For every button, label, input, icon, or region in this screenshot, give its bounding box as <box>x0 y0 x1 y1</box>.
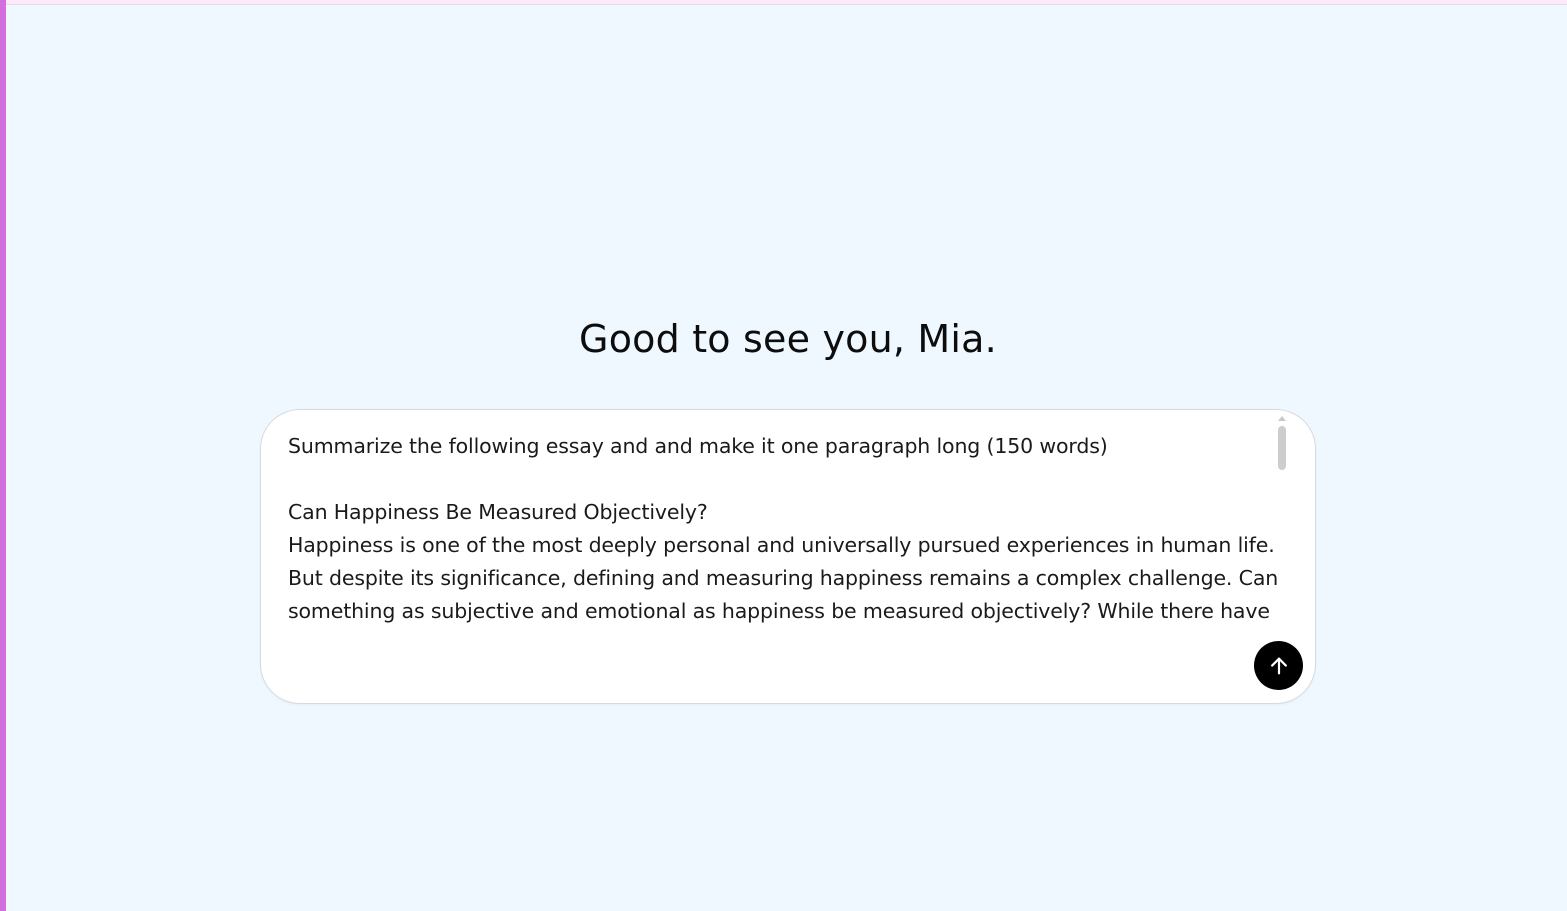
prompt-input[interactable]: Summarize the following essay and and ma… <box>288 430 1282 634</box>
send-button[interactable] <box>1254 641 1303 690</box>
arrow-up-icon <box>1270 657 1287 674</box>
top-border <box>0 0 1567 5</box>
prompt-composer: Summarize the following essay and and ma… <box>260 409 1316 704</box>
prompt-scrollbar[interactable] <box>1277 416 1287 632</box>
greeting-heading: Good to see you, Mia. <box>579 317 997 361</box>
scroll-up-arrow-icon[interactable] <box>1278 416 1286 421</box>
scroll-thumb[interactable] <box>1278 426 1286 470</box>
left-accent-bar <box>0 0 6 911</box>
